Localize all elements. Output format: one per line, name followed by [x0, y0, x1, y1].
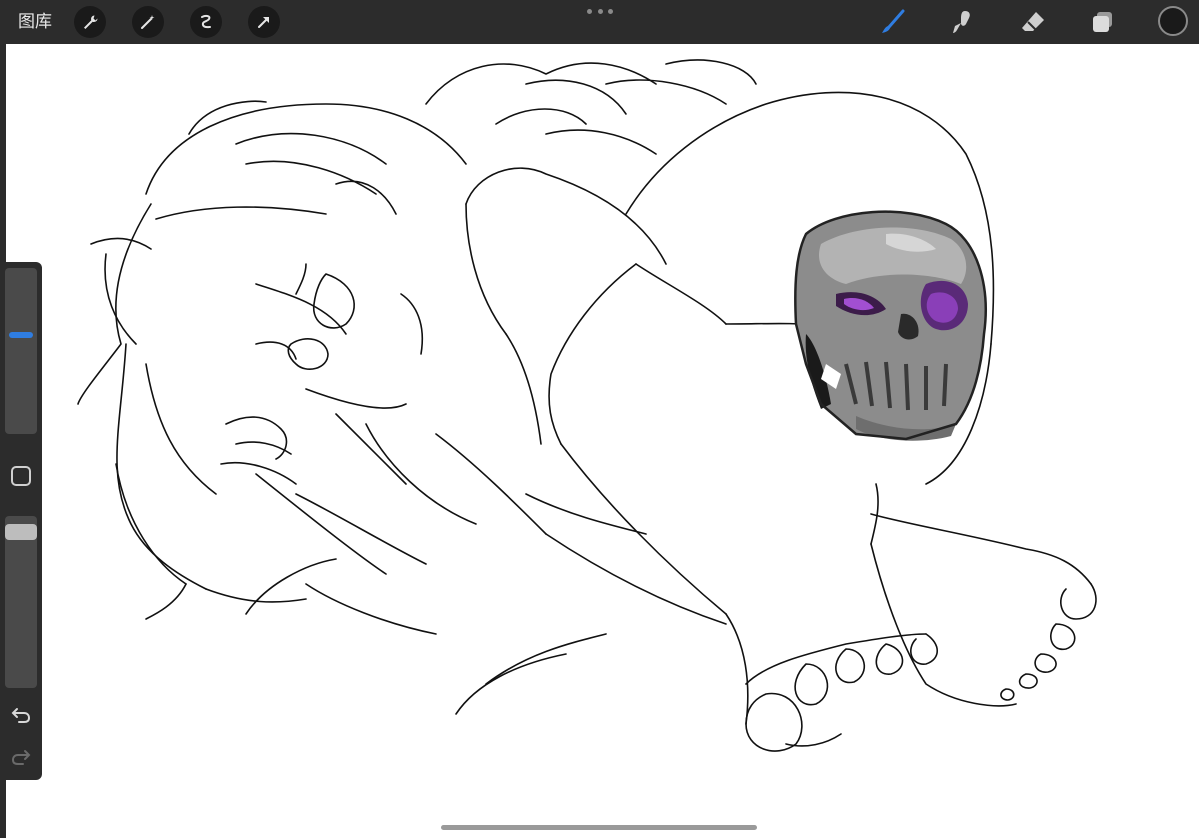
redo-icon[interactable]	[9, 744, 33, 768]
left-sidebar	[0, 262, 42, 780]
opacity-slider[interactable]	[5, 516, 37, 688]
drawing-canvas[interactable]	[6, 44, 1199, 838]
smudge-icon[interactable]	[947, 6, 979, 38]
skull-drawing	[794, 210, 987, 441]
actions-wrench-icon[interactable]	[74, 6, 106, 38]
home-indicator	[441, 825, 757, 830]
layers-icon[interactable]	[1087, 6, 1119, 38]
undo-icon[interactable]	[9, 702, 33, 726]
square-modify-icon[interactable]	[11, 466, 31, 486]
gallery-button[interactable]: 图库	[18, 10, 52, 34]
brush-size-thumb[interactable]	[9, 332, 33, 338]
brush-icon[interactable]	[877, 6, 909, 38]
eraser-icon[interactable]	[1017, 6, 1049, 38]
selection-icon[interactable]	[190, 6, 222, 38]
opacity-thumb[interactable]	[5, 524, 37, 540]
sketch-artwork	[77, 59, 1097, 752]
procreate-app: 图库	[0, 0, 1199, 838]
top-toolbar: 图库	[0, 0, 1199, 44]
adjustments-wand-icon[interactable]	[132, 6, 164, 38]
more-dots-icon[interactable]	[587, 6, 613, 16]
color-picker-swatch[interactable]	[1158, 6, 1188, 36]
transform-arrow-icon[interactable]	[248, 6, 280, 38]
brush-size-slider[interactable]	[5, 268, 37, 434]
